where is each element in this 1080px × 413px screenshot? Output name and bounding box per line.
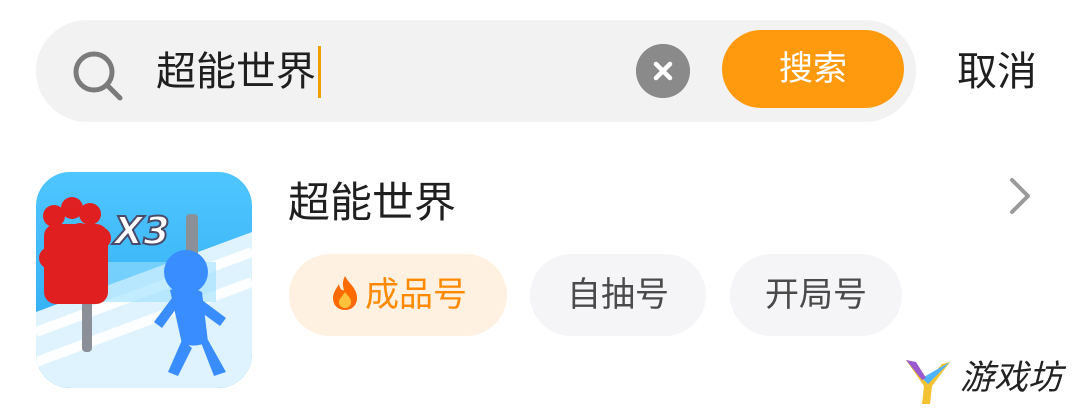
tag-label: 自抽号 bbox=[567, 275, 669, 315]
watermark-logo-icon bbox=[906, 360, 950, 404]
tag-finished-account[interactable]: 成品号 bbox=[289, 254, 507, 336]
cancel-button[interactable]: 取消 bbox=[957, 44, 1037, 100]
search-query-text: 超能世界 bbox=[156, 49, 316, 95]
chevron-right-icon[interactable] bbox=[1002, 176, 1036, 216]
fire-icon bbox=[333, 276, 357, 310]
tag-self-draw-account[interactable]: 自抽号 bbox=[530, 254, 706, 336]
app-icon[interactable]: X3 bbox=[36, 172, 252, 388]
clear-icon[interactable] bbox=[636, 44, 690, 98]
tag-label: 成品号 bbox=[365, 275, 467, 315]
search-input[interactable]: 超能世界 bbox=[156, 44, 321, 100]
watermark-text: 游戏坊 bbox=[960, 358, 1062, 398]
tag-starter-account[interactable]: 开局号 bbox=[730, 254, 902, 336]
search-button[interactable]: 搜索 bbox=[722, 30, 904, 108]
icon-overlay-text: X3 bbox=[112, 209, 170, 253]
tag-label: 开局号 bbox=[765, 275, 867, 315]
text-caret bbox=[318, 46, 321, 98]
result-title[interactable]: 超能世界 bbox=[288, 174, 456, 232]
search-results-screen: 超能世界 搜索 取消 X3 超能世界 成品号 自抽号 开局号 游戏坊 bbox=[0, 0, 1080, 413]
search-icon bbox=[73, 51, 123, 101]
